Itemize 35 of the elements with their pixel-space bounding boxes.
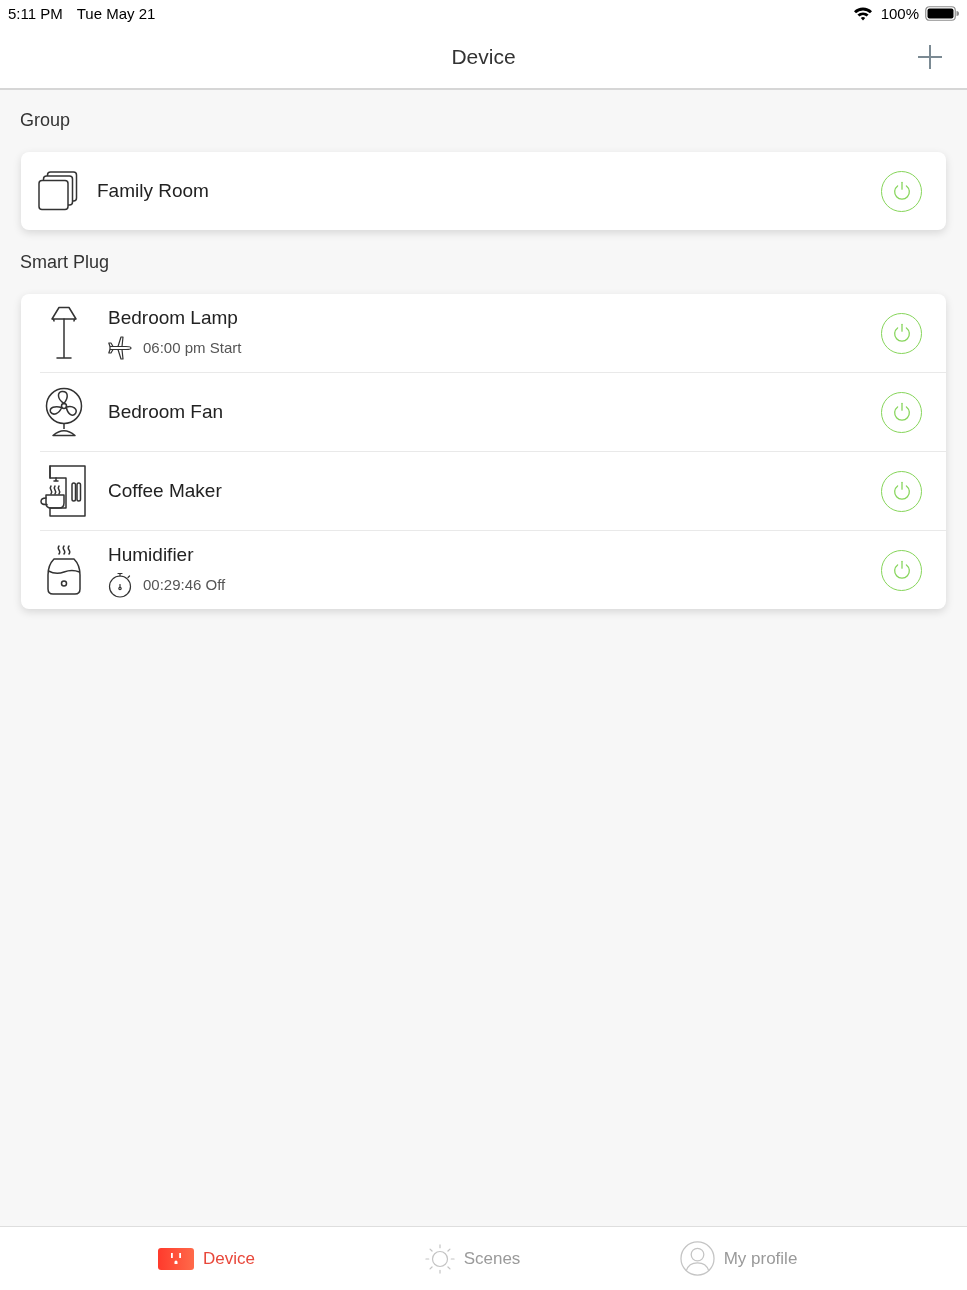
tab-button[interactable]: Scenes (424, 1238, 521, 1279)
status-text: 06:00 pm Start (143, 339, 242, 356)
floor-lamp-icon (50, 306, 78, 360)
user-icon (679, 1241, 715, 1276)
power-button[interactable] (881, 470, 922, 512)
fan-icon (43, 387, 85, 437)
plug-icon (158, 1247, 194, 1270)
status-text: 00:29:46 Off (143, 576, 226, 593)
battery-percent: 100% (880, 4, 919, 22)
power-button[interactable] (881, 170, 922, 212)
page-title: Device (451, 45, 516, 69)
power-button[interactable] (881, 549, 922, 591)
power-button[interactable] (881, 391, 922, 433)
battery-icon (925, 5, 959, 21)
device-name: Humidifier (108, 542, 194, 567)
section-title: Group (20, 109, 71, 132)
status-time: 5:11 PM (8, 4, 63, 22)
device-name: Bedroom Fan (108, 400, 224, 424)
humidifier-icon (47, 545, 81, 595)
device-name: Coffee Maker (108, 479, 222, 503)
airplane-icon (108, 334, 132, 361)
plus-icon (918, 45, 942, 69)
sun-icon (424, 1243, 455, 1274)
power-button[interactable] (881, 312, 922, 354)
tab-button[interactable]: My profile (679, 1238, 798, 1279)
tab-button[interactable]: Device (158, 1238, 255, 1279)
stopwatch-icon (108, 571, 132, 598)
device-name: Bedroom Lamp (108, 305, 238, 330)
wifi-icon (852, 5, 873, 21)
coffee-maker-icon (40, 465, 88, 517)
stacked-squares-icon (38, 171, 78, 211)
device-name: Family Room (97, 179, 209, 203)
add-button[interactable] (918, 45, 942, 69)
section-title: Smart Plug (20, 251, 110, 274)
status-date: Tue May 21 (76, 4, 156, 22)
